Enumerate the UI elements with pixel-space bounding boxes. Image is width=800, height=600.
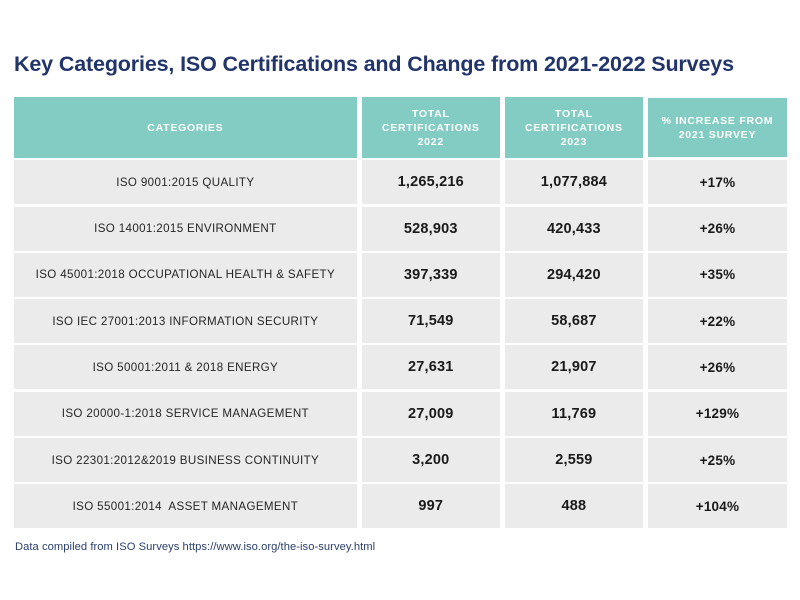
column-header-2023-line1: TOTAL <box>554 107 593 120</box>
cell-total-2023-text: 420,433 <box>546 220 601 237</box>
column-header-2022-line2: CERTIFICATIONS <box>381 121 480 134</box>
cell-category: ISO 9001:2015 QUALITY <box>14 160 357 205</box>
cell-total-2022-text: 27,009 <box>408 405 454 422</box>
table-row[interactable]: ISO 9001:2015 QUALITY 1,265,216 1,077,884 +… <box>14 160 787 205</box>
column-header-2023-line2: CERTIFICATIONS <box>524 121 623 134</box>
cell-total-2023: 420,433 <box>504 206 643 251</box>
table-row[interactable]: ISO 50001:2011 & 2018 ENERGY 27,631 21,907… <box>14 345 787 390</box>
cell-total-2023-text: 488 <box>561 498 587 515</box>
cell-pct-increase: +17% <box>647 160 787 205</box>
cell-category: ISO IEC 27001:2013 INFORMATION SECURITY <box>14 299 357 344</box>
cell-category-text: ISO 50001:2011 & 2018 ENERGY <box>92 360 279 374</box>
cell-total-2022-text: 528,903 <box>403 220 458 237</box>
cell-total-2022: 71,549 <box>361 299 500 344</box>
column-header-categories-line1: CATEGORIES <box>147 121 224 134</box>
cell-pct-increase-text: +25% <box>699 452 736 468</box>
cell-pct-increase-text: +129% <box>695 406 740 422</box>
cell-category-text: ISO IEC 27001:2013 INFORMATION SECURITY <box>52 314 319 328</box>
cell-pct-increase-text: +17% <box>699 174 736 190</box>
cell-pct-increase: +104% <box>647 484 787 529</box>
column-header-total-certifications-2022[interactable]: TOTAL CERTIFICATIONS 2022 <box>361 97 500 158</box>
source-note: Data compiled from ISO Surveys https://w… <box>15 541 376 553</box>
cell-category-text: ISO 22301:2012&2019 BUSINESS CONTINUITY <box>51 453 320 467</box>
cell-category-text: ISO 45001:2018 OCCUPATIONAL HEALTH & SAF… <box>35 268 336 282</box>
cell-category: ISO 20000-1:2018 SERVICE MANAGEMENT <box>14 391 357 436</box>
cell-total-2023-text: 58,687 <box>551 313 597 330</box>
cell-pct-increase: +129% <box>647 391 787 436</box>
cell-pct-increase: +22% <box>647 299 787 344</box>
cell-pct-increase-text: +22% <box>699 313 736 329</box>
cell-category-text: ISO 20000-1:2018 SERVICE MANAGEMENT <box>61 407 309 421</box>
cell-total-2023: 1,077,884 <box>504 160 643 205</box>
page-title: Key Categories, ISO Certifications and C… <box>14 52 734 76</box>
cell-total-2022: 27,009 <box>361 391 500 436</box>
column-header-2022-line3: 2022 <box>417 135 444 148</box>
column-header-percent-increase[interactable]: % INCREASE FROM 2021 SURVEY <box>647 98 787 157</box>
cell-total-2023-text: 1,077,884 <box>540 174 608 191</box>
cell-category-text: ISO 9001:2015 QUALITY <box>116 175 255 189</box>
cell-pct-increase: +35% <box>647 252 787 297</box>
cell-total-2022: 1,265,216 <box>361 160 500 205</box>
cell-total-2022-text: 71,549 <box>408 313 454 330</box>
cell-category: ISO 45001:2018 OCCUPATIONAL HEALTH & SAF… <box>14 252 357 297</box>
cell-total-2023: 21,907 <box>504 345 643 390</box>
column-header-increase-line2: 2021 SURVEY <box>678 128 757 141</box>
table-row[interactable]: ISO 14001:2015 ENVIRONMENT 528,903 420,433… <box>14 206 787 251</box>
cell-total-2023: 294,420 <box>504 252 643 297</box>
column-header-increase-line1: % INCREASE FROM <box>661 114 774 127</box>
infographic-page: Key Categories, ISO Certifications and C… <box>0 0 800 600</box>
cell-category-text: ISO 14001:2015 ENVIRONMENT <box>94 222 277 236</box>
cell-pct-increase: +25% <box>647 438 787 483</box>
cell-category: ISO 55001:2014 ASSET MANAGEMENT <box>14 484 357 529</box>
table-body: ISO 9001:2015 QUALITY 1,265,216 1,077,884 +… <box>14 160 787 529</box>
cell-category: ISO 14001:2015 ENVIRONMENT <box>14 206 357 251</box>
cell-category: ISO 22301:2012&2019 BUSINESS CONTINUITY <box>14 438 357 483</box>
cell-pct-increase-text: +104% <box>695 498 740 514</box>
cell-total-2023-text: 2,559 <box>555 452 593 469</box>
cell-pct-increase: +26% <box>647 206 787 251</box>
cell-pct-increase-text: +26% <box>699 359 736 375</box>
cell-pct-increase-text: +26% <box>699 221 736 237</box>
cell-total-2022: 27,631 <box>361 345 500 390</box>
cell-total-2022-text: 997 <box>418 498 444 515</box>
table-row[interactable]: ISO IEC 27001:2013 INFORMATION SECURITY 7… <box>14 299 787 344</box>
iso-certifications-table: CATEGORIES TOTAL CERTIFICATIONS 2022 TOT… <box>14 97 787 529</box>
cell-total-2023-text: 21,907 <box>551 359 597 376</box>
cell-pct-increase-text: +35% <box>699 267 736 283</box>
cell-total-2022: 397,339 <box>361 252 500 297</box>
cell-total-2022-text: 1,265,216 <box>397 174 464 191</box>
cell-total-2023: 58,687 <box>504 299 643 344</box>
table-header-row: CATEGORIES TOTAL CERTIFICATIONS 2022 TOT… <box>14 97 787 158</box>
cell-pct-increase: +26% <box>647 345 787 390</box>
cell-category-text: ISO 55001:2014 ASSET MANAGEMENT <box>72 499 299 513</box>
cell-total-2022: 3,200 <box>361 438 500 483</box>
cell-category: ISO 50001:2011 & 2018 ENERGY <box>14 345 357 390</box>
cell-total-2023: 2,559 <box>504 438 643 483</box>
cell-total-2023-text: 294,420 <box>546 266 601 283</box>
column-header-total-certifications-2023[interactable]: TOTAL CERTIFICATIONS 2023 <box>504 97 643 158</box>
cell-total-2022-text: 397,339 <box>403 266 458 283</box>
cell-total-2023: 488 <box>504 484 643 529</box>
cell-total-2022-text: 27,631 <box>408 359 454 376</box>
column-header-categories[interactable]: CATEGORIES <box>14 97 357 158</box>
column-header-2022-line1: TOTAL <box>411 107 450 120</box>
table-row[interactable]: ISO 55001:2014 ASSET MANAGEMENT 997 488 +10… <box>14 484 787 529</box>
cell-total-2023-text: 11,769 <box>551 405 597 422</box>
column-header-2023-line3: 2023 <box>560 135 588 148</box>
cell-total-2022-text: 3,200 <box>412 452 450 469</box>
table-row[interactable]: ISO 22301:2012&2019 BUSINESS CONTINUITY 3… <box>14 438 787 483</box>
cell-total-2022: 528,903 <box>361 206 500 251</box>
table-row[interactable]: ISO 20000-1:2018 SERVICE MANAGEMENT 27,00… <box>14 391 787 436</box>
cell-total-2022: 997 <box>361 484 500 529</box>
cell-total-2023: 11,769 <box>504 391 643 436</box>
table-row[interactable]: ISO 45001:2018 OCCUPATIONAL HEALTH & SAF… <box>14 252 787 297</box>
